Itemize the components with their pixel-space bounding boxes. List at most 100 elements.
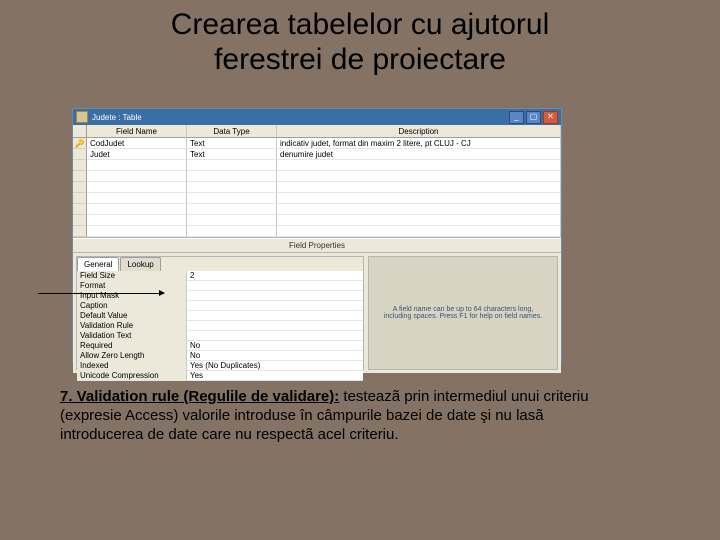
- cell-field-name[interactable]: [87, 204, 187, 215]
- cell-data-type[interactable]: Text: [187, 149, 277, 160]
- cell-field-name[interactable]: [87, 215, 187, 226]
- property-value[interactable]: 2: [187, 271, 363, 281]
- property-label: Field Size: [77, 271, 187, 281]
- row-selector[interactable]: 🔑: [73, 138, 87, 149]
- caption-lead: 7. Validation rule (Regulile de validare…: [60, 388, 339, 405]
- property-row: Default Value: [77, 311, 363, 321]
- property-value[interactable]: [187, 291, 363, 301]
- property-row: Allow Zero LengthNo: [77, 351, 363, 361]
- cell-field-name[interactable]: [87, 226, 187, 237]
- property-row: RequiredNo: [77, 341, 363, 351]
- cell-field-name[interactable]: [87, 193, 187, 204]
- property-label: Validation Text: [77, 331, 187, 341]
- cell-description[interactable]: indicativ judet, format din maxim 2 lite…: [277, 138, 561, 149]
- row-selector[interactable]: [73, 204, 87, 215]
- property-value[interactable]: [187, 301, 363, 311]
- cell-field-name[interactable]: [87, 182, 187, 193]
- row-selector[interactable]: [73, 193, 87, 204]
- property-value[interactable]: [187, 331, 363, 341]
- property-label: Indexed: [77, 361, 187, 371]
- property-value[interactable]: [187, 321, 363, 331]
- cell-data-type[interactable]: [187, 182, 277, 193]
- property-row: Validation Rule: [77, 321, 363, 331]
- table-row[interactable]: [73, 204, 561, 215]
- property-row: Caption: [77, 301, 363, 311]
- cell-data-type[interactable]: Text: [187, 138, 277, 149]
- property-row: Validation Text: [77, 331, 363, 341]
- design-grid: Field Name Data Type Description 🔑CodJud…: [73, 125, 561, 238]
- col-header-type: Data Type: [187, 125, 277, 138]
- title-line2: ferestrei de proiectare: [214, 43, 506, 76]
- cell-description[interactable]: [277, 182, 561, 193]
- property-value[interactable]: Yes: [187, 371, 363, 381]
- hint-panel: A field name can be up to 64 characters …: [368, 256, 558, 370]
- cell-description[interactable]: [277, 171, 561, 182]
- property-row: Unicode CompressionYes: [77, 371, 363, 381]
- cell-data-type[interactable]: [187, 193, 277, 204]
- cell-description[interactable]: [277, 226, 561, 237]
- property-row: Format: [77, 281, 363, 291]
- tab-lookup[interactable]: Lookup: [120, 257, 160, 271]
- cell-description[interactable]: [277, 215, 561, 226]
- property-value[interactable]: No: [187, 351, 363, 361]
- property-list: Field Size2FormatInput MaskCaptionDefaul…: [77, 271, 363, 381]
- property-value[interactable]: No: [187, 341, 363, 351]
- cell-data-type[interactable]: [187, 160, 277, 171]
- table-row[interactable]: 🔑CodJudetTextindicativ judet, format din…: [73, 138, 561, 149]
- minimize-button[interactable]: _: [509, 111, 524, 124]
- cell-data-type[interactable]: [187, 204, 277, 215]
- table-row[interactable]: [73, 160, 561, 171]
- access-window: Judete : Table _ ▢ ✕ Field Name Data Typ…: [72, 108, 562, 362]
- row-selector[interactable]: [73, 160, 87, 171]
- property-label: Default Value: [77, 311, 187, 321]
- row-selector[interactable]: [73, 149, 87, 160]
- property-label: Unicode Compression: [77, 371, 187, 381]
- property-tabs: General Lookup: [77, 257, 363, 271]
- tab-general[interactable]: General: [77, 257, 119, 271]
- row-selector[interactable]: [73, 215, 87, 226]
- property-label: Caption: [77, 301, 187, 311]
- cell-data-type[interactable]: [187, 215, 277, 226]
- close-button[interactable]: ✕: [543, 111, 558, 124]
- cell-field-name[interactable]: CodJudet: [87, 138, 187, 149]
- property-row: IndexedYes (No Duplicates): [77, 361, 363, 371]
- field-properties-pane: General Lookup Field Size2FormatInput Ma…: [73, 253, 561, 373]
- table-row[interactable]: [73, 215, 561, 226]
- property-label: Format: [77, 281, 187, 291]
- cell-description[interactable]: [277, 160, 561, 171]
- cell-field-name[interactable]: [87, 171, 187, 182]
- window-title: Judete : Table: [92, 113, 142, 122]
- table-row[interactable]: [73, 193, 561, 204]
- table-row[interactable]: [73, 171, 561, 182]
- property-value[interactable]: Yes (No Duplicates): [187, 361, 363, 371]
- table-row[interactable]: JudetTextdenumire judet: [73, 149, 561, 160]
- table-row[interactable]: [73, 182, 561, 193]
- cell-field-name[interactable]: Judet: [87, 149, 187, 160]
- cell-data-type[interactable]: [187, 226, 277, 237]
- property-value[interactable]: [187, 311, 363, 321]
- caption-text: 7. Validation rule (Regulile de validare…: [60, 388, 620, 444]
- slide-title: Crearea tabelelor cu ajutorul ferestrei …: [0, 8, 720, 77]
- cell-description[interactable]: [277, 204, 561, 215]
- window-titlebar: Judete : Table _ ▢ ✕: [73, 109, 561, 125]
- property-label: Allow Zero Length: [77, 351, 187, 361]
- col-header-field: Field Name: [87, 125, 187, 138]
- cell-description[interactable]: denumire judet: [277, 149, 561, 160]
- cell-field-name[interactable]: [87, 160, 187, 171]
- field-properties-header: Field Properties: [73, 238, 561, 253]
- grid-header: Field Name Data Type Description: [73, 125, 561, 138]
- maximize-button[interactable]: ▢: [526, 111, 541, 124]
- app-icon: [76, 111, 88, 123]
- table-row[interactable]: [73, 226, 561, 237]
- row-selector[interactable]: [73, 182, 87, 193]
- property-label: Required: [77, 341, 187, 351]
- title-line1: Crearea tabelelor cu ajutorul: [171, 8, 550, 41]
- property-label: Validation Rule: [77, 321, 187, 331]
- property-value[interactable]: [187, 281, 363, 291]
- row-selector[interactable]: [73, 226, 87, 237]
- property-row: Field Size2: [77, 271, 363, 281]
- col-header-desc: Description: [277, 125, 561, 138]
- row-selector[interactable]: [73, 171, 87, 182]
- cell-description[interactable]: [277, 193, 561, 204]
- cell-data-type[interactable]: [187, 171, 277, 182]
